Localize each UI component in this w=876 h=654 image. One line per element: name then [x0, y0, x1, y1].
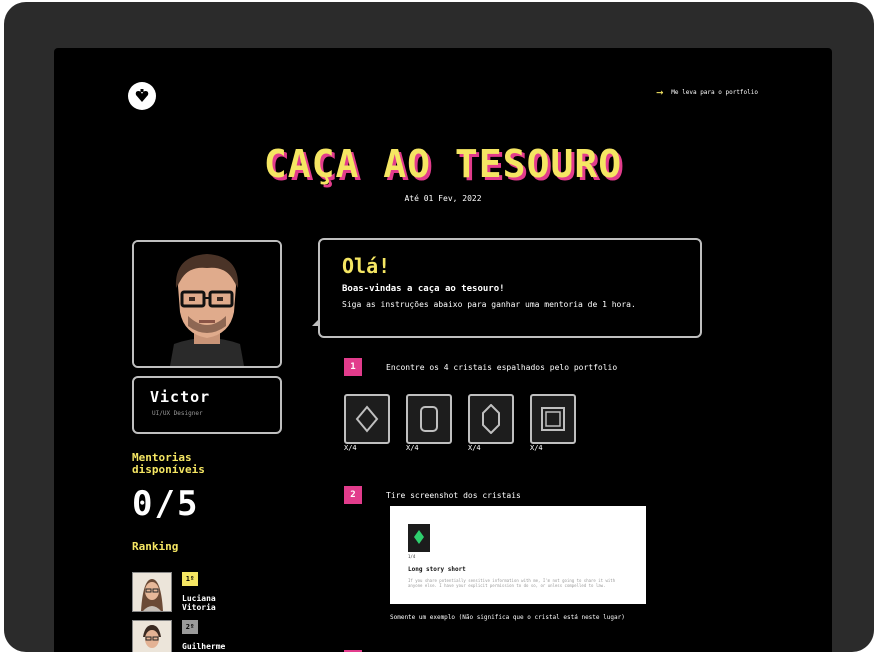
- step-number: 1: [344, 358, 362, 376]
- speech-tail: [312, 318, 320, 326]
- profile-name: Victor: [150, 388, 211, 406]
- page-screen: → Me leva para o portfolio CAÇA AO TESOU…: [54, 48, 832, 652]
- crystal-count: X/4: [468, 444, 481, 452]
- man-avatar-icon: [133, 621, 171, 652]
- step-1: 1 Encontre os 4 cristais espalhados pelo…: [344, 358, 617, 376]
- portfolio-link-label: Me leva para o portfolio: [671, 88, 758, 96]
- ranking-label: Ranking: [132, 540, 179, 553]
- profile-role: UI/UX Designer: [152, 410, 203, 417]
- pixel-portrait-image: [134, 242, 280, 366]
- device-frame: → Me leva para o portfolio CAÇA AO TESOU…: [4, 2, 874, 652]
- mentorias-count: 0/5: [132, 484, 200, 524]
- ranking-entry: 1º Luciana Vitoria: [132, 572, 272, 612]
- rank-badge: 2º: [182, 620, 198, 634]
- crystal-count: X/4: [406, 444, 419, 452]
- example-title: Long story short: [408, 566, 466, 573]
- profile-name-card: Victor UI/UX Designer: [132, 376, 282, 434]
- portfolio-link[interactable]: → Me leva para o portfolio: [656, 85, 758, 99]
- mentorias-label: Mentorias disponíveis: [132, 451, 205, 476]
- page-title: CAÇA AO TESOURO: [263, 142, 623, 186]
- greeting-bubble: Olá! Boas-vindas a caça ao tesouro! Siga…: [312, 238, 702, 338]
- crystal-diamond-icon: [355, 405, 379, 433]
- heart-logo-icon: [135, 89, 149, 102]
- step-2: 2 Tire screenshot dos cristais: [344, 486, 521, 504]
- ranking-name: Luciana Vitoria: [182, 594, 216, 612]
- example-paragraph: If you share potentially sensitive infor…: [408, 578, 616, 588]
- step-3-marker: [344, 650, 362, 652]
- crystal-tall-icon: [482, 404, 500, 434]
- profile-avatar: [132, 240, 282, 368]
- step-number: 2: [344, 486, 362, 504]
- step-text: Encontre os 4 cristais espalhados pelo p…: [386, 362, 618, 372]
- crystal-rounded-icon: [420, 406, 438, 432]
- greeting-heading: Olá!: [342, 254, 391, 278]
- greeting-welcome: Boas-vindas a caça ao tesouro!: [342, 284, 505, 294]
- ranking-avatar: [132, 620, 172, 652]
- deadline-date: Até 01 Fev, 2022: [404, 194, 482, 203]
- ranking-name: Guilherme: [182, 642, 226, 651]
- crystal-slot: [406, 394, 452, 444]
- crystal-count: X/4: [344, 444, 357, 452]
- crystal-count: X/4: [530, 444, 543, 452]
- ranking-avatar: [132, 572, 172, 612]
- example-note: Somente um exemplo (Não significa que o …: [390, 614, 625, 621]
- tile-label: 1/4: [408, 554, 416, 559]
- woman-avatar-icon: [133, 573, 171, 611]
- crystal-square-icon: [541, 407, 565, 431]
- crystal-slot: [468, 394, 514, 444]
- rank-badge: 1º: [182, 572, 198, 586]
- arrow-right-icon: →: [656, 85, 664, 99]
- screenshot-example: 1/4 Long story short If you share potent…: [390, 506, 646, 604]
- logo[interactable]: [128, 82, 156, 110]
- crystal-slot: [530, 394, 576, 444]
- greeting-instructions: Siga as instruções abaixo para ganhar um…: [342, 300, 636, 309]
- ranking-entry: 2º Guilherme: [132, 620, 272, 652]
- step-text: Tire screenshot dos cristais: [386, 490, 521, 500]
- crystal-slot: [344, 394, 390, 444]
